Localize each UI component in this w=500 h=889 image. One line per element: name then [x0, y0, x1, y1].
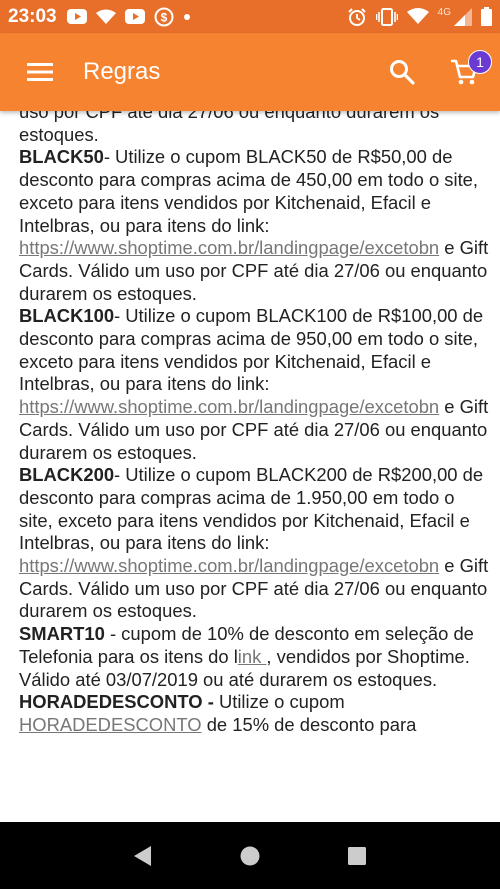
wifi-icon: [95, 9, 116, 25]
exclusion-link[interactable]: https://www.shoptime.com.br/landingpage/…: [19, 555, 439, 576]
rule-text: de 15% de desconto para: [201, 713, 417, 735]
cart-button[interactable]: 1: [428, 33, 500, 111]
youtube-icon: [66, 9, 87, 24]
youtube-icon: [124, 9, 145, 24]
home-circle-icon: [240, 846, 260, 865]
coupon-code: BLACK50: [19, 146, 104, 168]
exclusion-link[interactable]: https://www.shoptime.com.br/landingpage/…: [19, 237, 439, 258]
wifi-icon: [406, 8, 429, 25]
system-nav-bar: [0, 822, 500, 889]
dollar-icon: $: [154, 7, 174, 27]
status-bar: 23:03 $ 4G: [0, 0, 500, 33]
svg-text:$: $: [160, 10, 167, 24]
alarm-icon: [347, 7, 367, 27]
telefonia-link[interactable]: ink: [238, 646, 267, 667]
battery-icon: [481, 7, 492, 26]
back-button[interactable]: [123, 836, 163, 876]
rule-text: Utilize o cupom: [213, 691, 345, 713]
coupon-code: SMART10: [19, 623, 105, 645]
back-triangle-icon: [134, 845, 152, 866]
rule-paragraph: HORADEDESCONTO - Utilize o cupom HORADED…: [19, 691, 489, 736]
coupon-code: BLACK100: [19, 305, 115, 327]
rule-text: uso por CPF até dia 27/06 ou enquanto du…: [19, 111, 440, 145]
dot-icon: [183, 13, 191, 21]
coupon-code: BLACK200: [19, 464, 115, 486]
menu-button[interactable]: [0, 33, 80, 111]
recents-button[interactable]: [337, 836, 377, 876]
exclusion-link[interactable]: https://www.shoptime.com.br/landingpage/…: [19, 396, 439, 417]
app-bar: Regras 1: [0, 33, 500, 111]
network-type-label: 4G: [437, 7, 451, 18]
rule-paragraph: BLACK200- Utilize o cupom BLACK200 de R$…: [19, 464, 489, 623]
recents-square-icon: [347, 846, 366, 865]
page-title: Regras: [83, 58, 161, 85]
coupon-code: HORADEDESCONTO -: [19, 691, 214, 713]
rule-paragraph: BLACK100- Utilize o cupom BLACK100 de R$…: [19, 305, 489, 464]
cart-count-badge: 1: [468, 50, 492, 74]
vibrate-icon: [375, 7, 398, 26]
rule-paragraph: BLACK50- Utilize o cupom BLACK50 de R$50…: [19, 146, 489, 305]
status-time: 23:03: [8, 5, 57, 27]
rule-paragraph: uso por CPF até dia 27/06 ou enquanto du…: [19, 111, 489, 146]
home-button[interactable]: [230, 836, 270, 876]
rule-paragraph: SMART10 - cupom de 10% de desconto em se…: [19, 623, 489, 691]
search-button[interactable]: [376, 33, 428, 111]
signal-icon: [454, 7, 472, 26]
search-icon: [390, 60, 415, 85]
coupon-link[interactable]: HORADEDESCONTO: [19, 714, 202, 735]
hamburger-menu-icon: [27, 63, 53, 81]
rules-content[interactable]: uso por CPF até dia 27/06 ou enquanto du…: [0, 111, 500, 822]
